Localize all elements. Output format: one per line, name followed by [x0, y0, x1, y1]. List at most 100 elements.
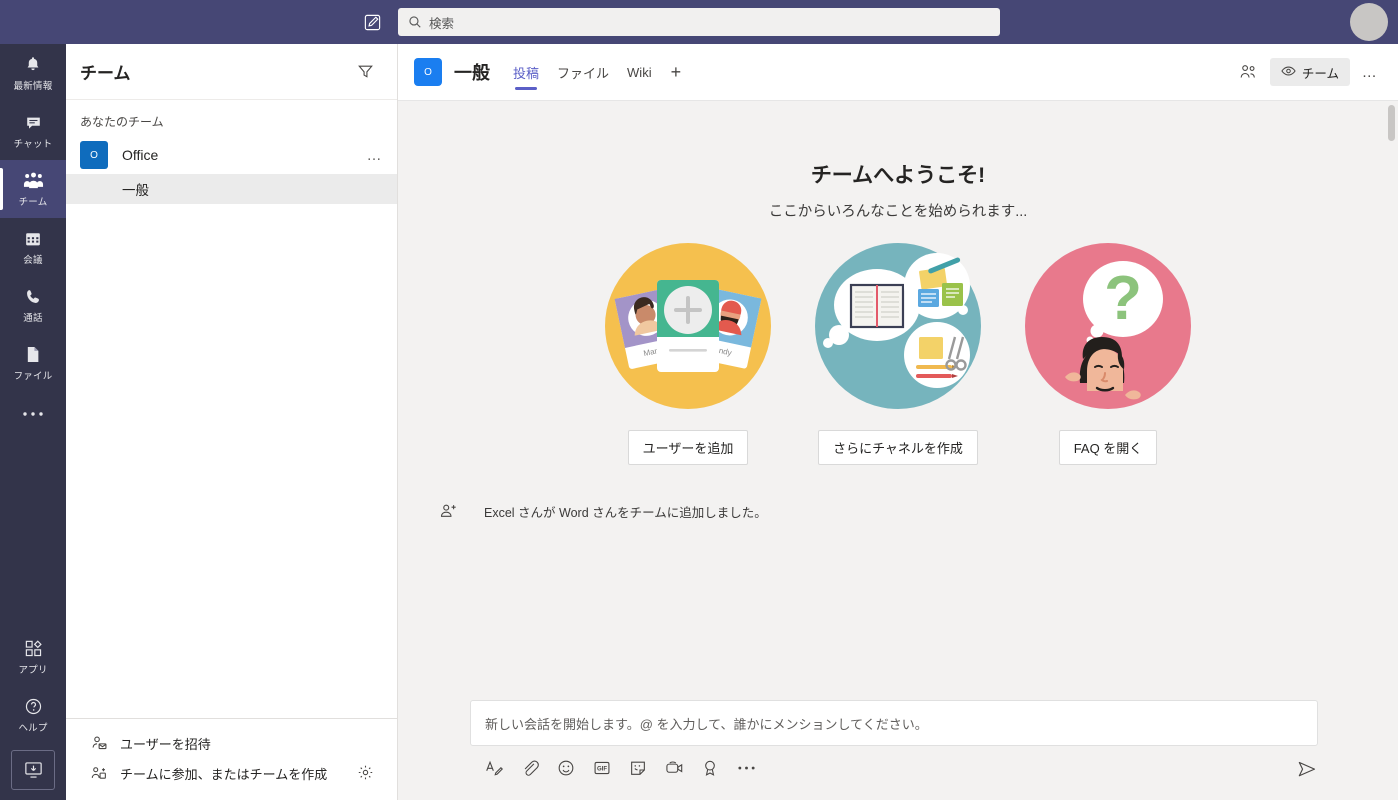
channel-tabs: 投稿 ファイル Wiki +	[504, 44, 691, 101]
main-content: O 一般 投稿 ファイル Wiki + チーム … チームへようこそ! ここから…	[398, 44, 1398, 800]
channel-row-general[interactable]: 一般	[66, 174, 397, 204]
welcome-title: チームへようこそ!	[810, 164, 986, 187]
create-channels-illustration	[815, 243, 981, 409]
sticker-icon[interactable]	[628, 758, 648, 778]
open-faq-button[interactable]: FAQ を開く	[1058, 430, 1158, 465]
help-question-icon	[24, 696, 43, 717]
sidebar-item-teams[interactable]: チーム	[0, 160, 66, 218]
sidebar-footer: ユーザーを招待 チームに参加、またはチームを作成	[66, 718, 397, 800]
apps-grid-icon	[24, 638, 43, 659]
sidebar-item-meetings[interactable]: 会議	[0, 218, 66, 276]
channel-more-options-icon[interactable]: …	[1356, 58, 1384, 86]
join-or-create-team-label: チームに参加、またはチームを作成	[120, 766, 328, 782]
add-team-icon	[90, 764, 108, 782]
filter-funnel-icon[interactable]	[355, 62, 375, 82]
team-name: Office	[122, 147, 159, 163]
more-options-icon[interactable]	[736, 758, 756, 778]
message-placeholder: 新しい会話を開始します。@ を入力して、誰かにメンションしてください。	[485, 716, 928, 732]
channel-header: O 一般 投稿 ファイル Wiki + チーム …	[398, 44, 1398, 101]
members-people-icon[interactable]	[1234, 57, 1264, 87]
channel-name: 一般	[122, 183, 149, 198]
format-text-icon[interactable]	[484, 758, 504, 778]
add-member-icon	[438, 501, 458, 521]
welcome-subtitle: ここからいろんなことを始められます...	[768, 204, 1028, 220]
compose-toolbar: GIF	[484, 758, 756, 778]
team-view-label: チーム	[1301, 66, 1339, 81]
teams-people-icon	[23, 170, 44, 191]
tab-files[interactable]: ファイル	[548, 44, 618, 101]
praise-award-icon[interactable]	[700, 758, 720, 778]
bell-icon	[24, 54, 42, 75]
attach-file-icon[interactable]	[520, 758, 540, 778]
sidebar-item-files[interactable]: ファイル	[0, 334, 66, 392]
channel-header-actions: チーム …	[1234, 57, 1384, 87]
channel-team-avatar: O	[414, 58, 442, 86]
rail-more-button[interactable]	[0, 392, 66, 436]
system-message: Excel さんが Word さんをチームに追加しました。	[438, 501, 1398, 521]
compose-area: 新しい会話を開始します。@ を入力して、誰かにメンションしてください。 GIF	[398, 700, 1398, 800]
send-paper-plane-icon[interactable]	[1296, 758, 1318, 780]
top-bar: 検索	[0, 0, 1398, 44]
tab-wiki[interactable]: Wiki	[618, 44, 661, 101]
invite-people-label: ユーザーを招待	[120, 736, 211, 752]
app-rail: 最新情報 チャット チーム 会議 通話 ファイル アプリ ヘルプ	[0, 44, 66, 800]
search-placeholder: 検索	[429, 16, 455, 31]
gear-icon[interactable]	[357, 764, 375, 782]
create-channels-button[interactable]: さらにチャネルを作成	[818, 430, 978, 465]
channel-content: チームへようこそ! ここからいろんなことを始められます... Marlo And…	[398, 101, 1398, 744]
compose-new-chat-icon[interactable]	[360, 10, 384, 34]
sidebar-item-activity[interactable]: 最新情報	[0, 44, 66, 102]
tab-posts[interactable]: 投稿	[504, 44, 548, 101]
add-users-illustration: Marlo Andy	[605, 243, 771, 409]
avatar[interactable]	[1350, 3, 1388, 41]
invite-person-icon	[90, 734, 108, 752]
svg-text:?: ?	[1104, 264, 1142, 333]
sidebar-item-label: ファイル	[13, 371, 53, 382]
team-view-button[interactable]: チーム	[1269, 58, 1350, 86]
team-more-options-icon[interactable]: …	[367, 147, 384, 164]
sidebar-item-label: チーム	[18, 197, 48, 208]
sidebar-item-label: ヘルプ	[18, 723, 48, 734]
search-input[interactable]: 検索	[398, 8, 1000, 36]
team-avatar: O	[80, 141, 108, 169]
message-input[interactable]: 新しい会話を開始します。@ を入力して、誰かにメンションしてください。	[470, 700, 1318, 746]
welcome-cards: Marlo Andy ユーザーを追加 さらにチャネルを作成 ? FAQ を開く	[398, 243, 1398, 465]
chat-bubble-icon	[24, 112, 43, 133]
svg-text:GIF: GIF	[597, 766, 607, 772]
calendar-icon	[24, 228, 42, 249]
download-desktop-app-icon[interactable]	[11, 750, 55, 790]
welcome-card-add-users: Marlo Andy ユーザーを追加	[604, 243, 772, 465]
add-tab-button[interactable]: +	[661, 44, 692, 101]
rail-bottom-group: アプリ ヘルプ	[0, 628, 66, 800]
sidebar-item-label: 会議	[23, 255, 43, 266]
teams-sidebar: チーム あなたのチーム O Office … 一般 ユーザーを招待 チームに参加…	[66, 44, 398, 800]
system-message-text: Excel さんが Word さんをチームに追加しました。	[484, 505, 767, 520]
sidebar-item-apps[interactable]: アプリ	[0, 628, 66, 686]
content-scrollbar[interactable]	[1388, 105, 1395, 141]
welcome-card-faq: ? FAQ を開く	[1024, 243, 1192, 465]
giphy-icon[interactable]: GIF	[592, 758, 612, 778]
sidebar-item-label: 通話	[23, 313, 43, 324]
file-icon	[25, 344, 41, 365]
search-icon	[408, 15, 422, 29]
welcome-card-create-channels: さらにチャネルを作成	[814, 243, 982, 465]
sidebar-item-calls[interactable]: 通話	[0, 276, 66, 334]
channel-title: 一般	[454, 63, 490, 83]
eye-icon	[1281, 65, 1296, 80]
sidebar-header: チーム	[66, 44, 397, 100]
sidebar-item-chat[interactable]: チャット	[0, 102, 66, 160]
faq-illustration: ?	[1025, 243, 1191, 409]
sidebar-item-label: 最新情報	[13, 81, 53, 92]
sidebar-item-help[interactable]: ヘルプ	[0, 686, 66, 744]
page-title: チーム	[80, 64, 131, 83]
meet-now-video-icon[interactable]	[664, 758, 684, 778]
sidebar-group-label: あなたのチーム	[80, 115, 164, 129]
teams-app-window: 検索 最新情報 チャット チーム 会議 通話 ファイル アプリ ヘルプ チーム …	[0, 0, 1398, 800]
invite-people-button[interactable]: ユーザーを招待	[66, 728, 397, 758]
phone-icon	[24, 286, 42, 307]
emoji-icon[interactable]	[556, 758, 576, 778]
add-users-button[interactable]: ユーザーを追加	[627, 430, 749, 465]
join-or-create-team-button[interactable]: チームに参加、またはチームを作成	[66, 758, 397, 788]
team-row-office[interactable]: O Office …	[66, 136, 397, 174]
sidebar-item-label: チャット	[13, 139, 53, 150]
